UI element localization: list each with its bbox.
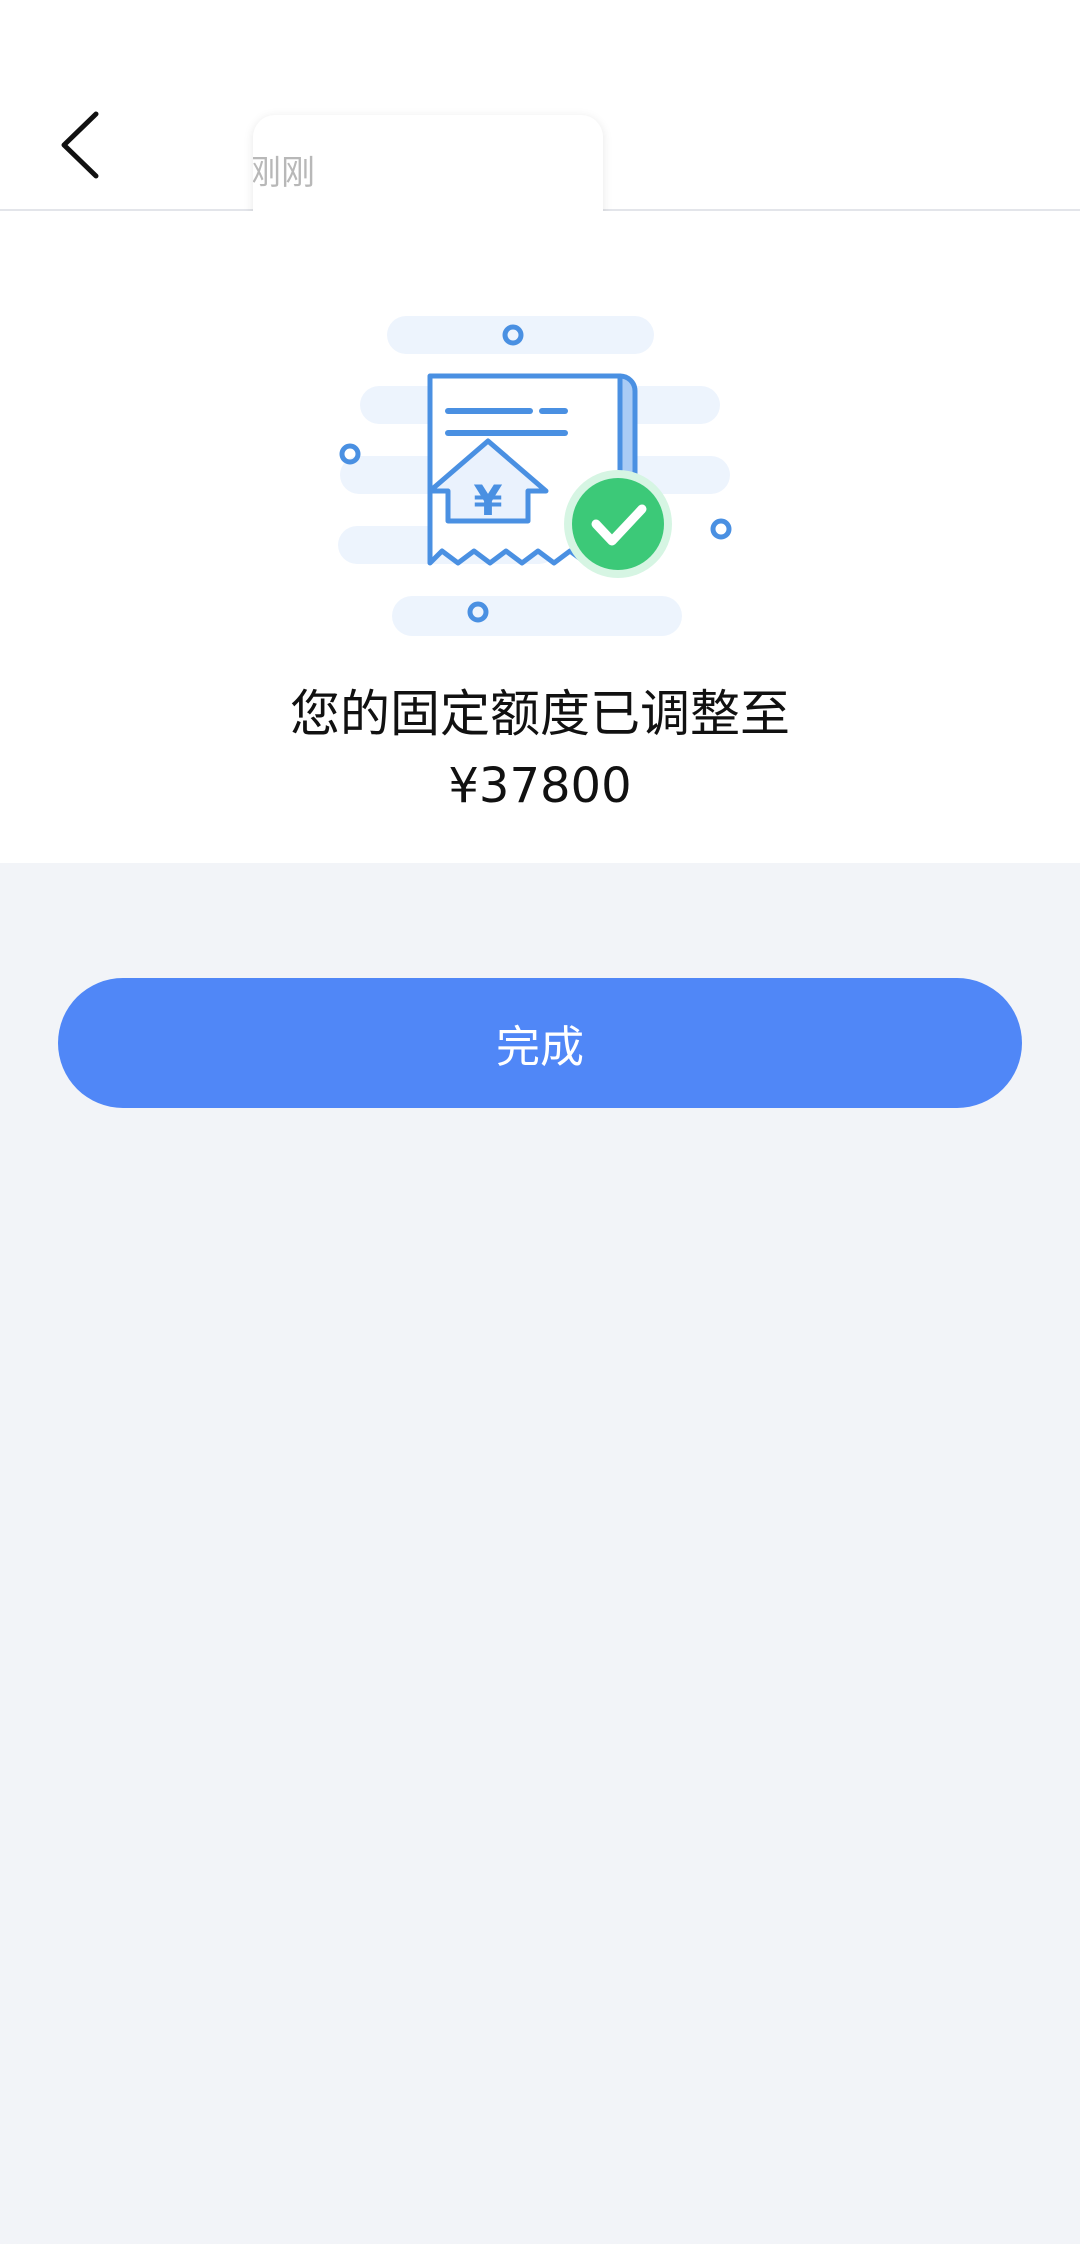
receipt-success-icon: ¥ <box>338 316 732 636</box>
svg-text:¥: ¥ <box>473 476 502 525</box>
page: 调升 刚刚 ¥ <box>0 0 1080 2244</box>
done-button[interactable]: 完成 <box>58 978 1022 1108</box>
result-message: 您的固定额度已调整至 <box>290 685 790 743</box>
result-panel: ¥ 您的固定额度已调整至 ¥37800 <box>0 211 1080 863</box>
credit-amount: ¥37800 <box>448 758 632 814</box>
toast-time: 刚刚 <box>253 153 315 193</box>
